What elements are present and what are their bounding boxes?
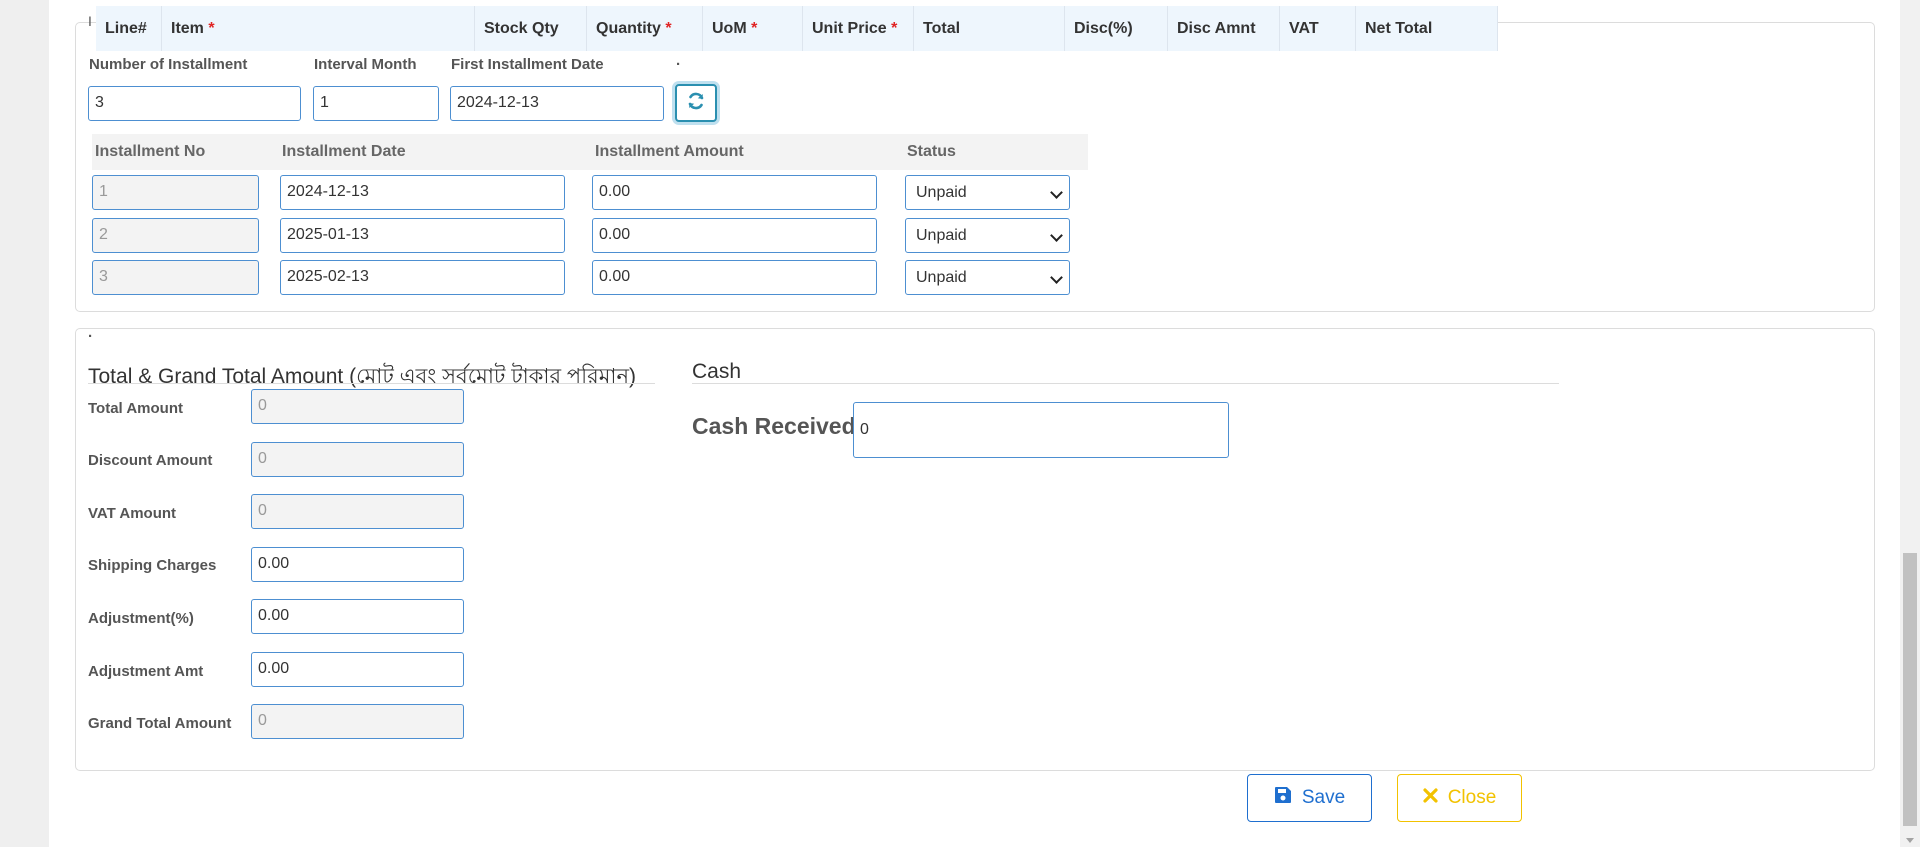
adjustment-percent-field[interactable]: 0.00	[251, 599, 464, 634]
close-button[interactable]: Close	[1397, 774, 1522, 822]
items-table-header: Line# Item * Stock Qty Quantity * UoM * Unit …	[96, 6, 1498, 51]
items-column-label: Stock Qty	[484, 20, 559, 37]
status-value: Unpaid	[916, 227, 967, 244]
status-value: Unpaid	[916, 184, 967, 201]
items-column-header: Line#	[96, 6, 162, 51]
chevron-down-icon	[1050, 229, 1063, 242]
adjustment-amount-field[interactable]: 0.00	[251, 652, 464, 687]
installment-amount-field[interactable]: 0.00	[592, 260, 877, 295]
items-column-label: Line#	[105, 20, 147, 37]
installment-amount-field[interactable]: 0.00	[592, 175, 877, 210]
items-column-header: Net Total	[1356, 6, 1498, 51]
required-marker: *	[665, 20, 672, 37]
vat-amount-field[interactable]: 0	[251, 494, 464, 529]
interval-month-input[interactable]: 1	[313, 86, 439, 121]
shipping-charges-label: Shipping Charges	[88, 557, 217, 574]
refresh-icon	[686, 91, 706, 116]
installment-status-select[interactable]: Unpaid	[905, 218, 1070, 253]
items-column-label: Total	[923, 20, 961, 37]
items-column-header: Stock Qty	[475, 6, 587, 51]
cash-received-label: Cash Received	[692, 413, 856, 439]
items-column-label: Item	[171, 20, 204, 37]
discount-amount-label: Discount Amount	[88, 452, 213, 469]
items-column-header: Unit Price *	[803, 6, 914, 51]
total-amount-field[interactable]: 0	[251, 389, 464, 424]
installment-no-field[interactable]: 1	[92, 175, 259, 210]
scroll-down-arrow-icon[interactable]	[1906, 838, 1914, 843]
installment-amount-field[interactable]: 0.00	[592, 218, 877, 253]
cash-divider	[692, 383, 1559, 384]
total-amount-label: Total Amount	[88, 400, 183, 417]
save-button[interactable]: Save	[1247, 774, 1372, 822]
grand-total-amount-field[interactable]: 0	[251, 704, 464, 739]
installment-table-header: Installment No Installment Date Installm…	[92, 134, 1088, 170]
header-installment-no: Installment No	[95, 143, 206, 160]
items-column-label: Quantity	[596, 20, 661, 37]
first-installment-date-label: First Installment Date	[451, 56, 604, 73]
chevron-down-icon	[1050, 271, 1063, 284]
items-column-header: Disc(%)	[1065, 6, 1168, 51]
items-column-header: VAT	[1280, 6, 1356, 51]
items-column-header: Disc Amnt	[1168, 6, 1280, 51]
required-marker: *	[208, 20, 215, 37]
items-column-header: Total	[914, 6, 1065, 51]
left-gutter	[0, 0, 49, 847]
required-marker: *	[891, 20, 898, 37]
vat-amount-label: VAT Amount	[88, 505, 177, 522]
discount-amount-field[interactable]: 0	[251, 442, 464, 477]
header-installment-date: Installment Date	[282, 143, 406, 160]
items-column-label: Net Total	[1365, 20, 1433, 37]
items-column-header: Quantity *	[587, 6, 703, 51]
refresh-installments-button[interactable]	[675, 84, 717, 122]
installment-date-field[interactable]: 2025-02-13	[280, 260, 565, 295]
installment-no-field[interactable]: 3	[92, 260, 259, 295]
save-icon	[1274, 786, 1292, 810]
totals-divider	[88, 383, 655, 384]
items-column-label: VAT	[1289, 20, 1319, 37]
items-column-header: UoM *	[703, 6, 803, 51]
installment-no-field[interactable]: 2	[92, 218, 259, 253]
items-column-label: Unit Price	[812, 20, 887, 37]
scrollbar-thumb[interactable]	[1903, 553, 1917, 826]
installment-date-field[interactable]: 2024-12-13	[280, 175, 565, 210]
installment-date-field[interactable]: 2025-01-13	[280, 218, 565, 253]
shipping-charges-field[interactable]: 0.00	[251, 547, 464, 582]
close-icon	[1423, 787, 1438, 809]
close-button-label: Close	[1447, 787, 1497, 808]
header-status: Status	[907, 143, 956, 160]
status-value: Unpaid	[916, 269, 967, 286]
first-installment-date-input[interactable]: 2024-12-13	[450, 86, 664, 121]
interval-month-label: Interval Month	[314, 56, 417, 73]
items-column-label: UoM	[712, 20, 747, 37]
installment-status-select[interactable]: Unpaid	[905, 260, 1070, 295]
totals-dot: .	[88, 324, 93, 341]
installment-panel-legend: I	[88, 13, 92, 29]
required-marker: *	[751, 20, 758, 37]
installment-status-select[interactable]: Unpaid	[905, 175, 1070, 210]
cash-received-input[interactable]: 0	[853, 402, 1229, 458]
adjustment-amount-label: Adjustment Amt	[88, 663, 204, 680]
items-column-label: Disc(%)	[1074, 20, 1133, 37]
cash-section-title: Cash	[692, 360, 742, 383]
number-of-installment-input[interactable]: 3	[88, 86, 301, 121]
items-column-label: Disc Amnt	[1177, 20, 1256, 37]
chevron-down-icon	[1050, 186, 1063, 199]
save-button-label: Save	[1301, 787, 1346, 808]
header-installment-amount: Installment Amount	[595, 143, 744, 160]
number-of-installment-label: Number of Installment	[89, 56, 248, 73]
installment-dot: .	[676, 52, 681, 69]
vertical-scrollbar[interactable]	[1900, 0, 1920, 847]
items-column-header: Item *	[162, 6, 475, 51]
adjustment-percent-label: Adjustment(%)	[88, 610, 194, 627]
grand-total-amount-label: Grand Total Amount	[88, 715, 232, 732]
